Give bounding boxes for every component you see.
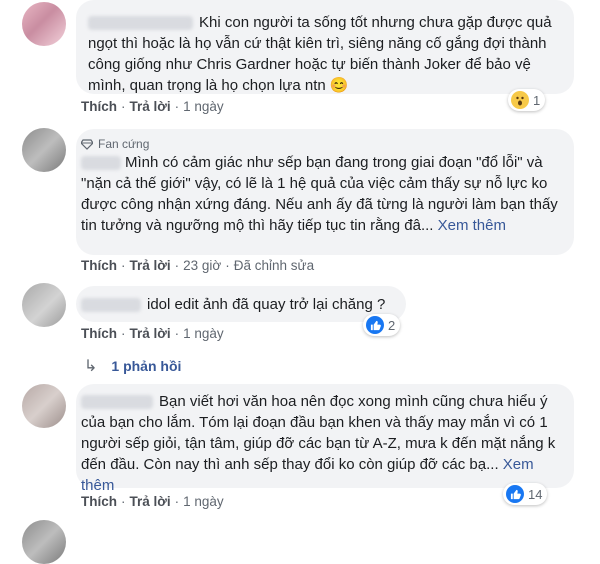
edited-label[interactable]: Đã chỉnh sửa	[234, 258, 314, 273]
comment-actions: Thích · Trả lời · 23 giờ · Đã chỉnh sửa	[81, 258, 315, 273]
wow-reaction-icon	[511, 91, 529, 109]
reaction-summary[interactable]: 2	[363, 314, 401, 336]
reply-link[interactable]: Trả lời	[130, 99, 171, 114]
avatar[interactable]	[22, 520, 66, 564]
avatar[interactable]	[22, 2, 66, 46]
timestamp[interactable]: 1 ngày	[183, 99, 224, 114]
replies-count[interactable]: 1 phản hồi	[111, 358, 181, 374]
comment-actions: Thích · Trả lời · 1 ngày	[81, 494, 224, 509]
comment-actions: Thích · Trả lời · 1 ngày	[81, 326, 224, 341]
comment-text: idol edit ảnh đã quay trở lại chăng ?	[81, 294, 411, 315]
comment-body: idol edit ảnh đã quay trở lại chăng ?	[147, 296, 386, 313]
reaction-summary[interactable]: 1	[508, 89, 546, 111]
like-reaction-icon	[506, 485, 524, 503]
like-link[interactable]: Thích	[81, 494, 117, 509]
reply-arrow-icon: ↳	[84, 358, 98, 375]
commenter-name[interactable]	[88, 16, 193, 31]
fan-badge[interactable]: Fan cứng	[81, 137, 149, 151]
like-link[interactable]: Thích	[81, 99, 117, 114]
avatar[interactable]	[22, 128, 66, 172]
see-more-link[interactable]: Xem thêm	[438, 217, 506, 234]
comment-text: Mình có cảm giác như sếp bạn đang trong …	[81, 152, 566, 236]
view-replies-link[interactable]: ↳ 1 phản hồi	[84, 356, 181, 376]
reaction-count: 1	[533, 92, 541, 108]
badge-label: Fan cứng	[98, 137, 150, 151]
timestamp[interactable]: 1 ngày	[183, 494, 224, 509]
timestamp[interactable]: 23 giờ	[183, 258, 221, 273]
reply-link[interactable]: Trả lời	[130, 326, 171, 341]
comment-actions: Thích · Trả lời · 1 ngày	[81, 99, 224, 114]
reply-link[interactable]: Trả lời	[130, 494, 171, 509]
diamond-icon	[81, 138, 93, 150]
comment-text: Bạn viết hơi văn hoa nên đọc xong mình c…	[81, 391, 563, 496]
like-link[interactable]: Thích	[81, 258, 117, 273]
commenter-name[interactable]	[81, 395, 153, 410]
reply-link[interactable]: Trả lời	[130, 258, 171, 273]
reaction-count: 2	[388, 317, 396, 333]
reaction-count: 14	[528, 486, 543, 502]
like-reaction-icon	[366, 316, 384, 334]
commenter-name[interactable]	[81, 298, 141, 313]
avatar[interactable]	[22, 384, 66, 428]
avatar[interactable]	[22, 283, 66, 327]
timestamp[interactable]: 1 ngày	[183, 326, 224, 341]
reaction-summary[interactable]: 14	[503, 483, 548, 505]
comment-text: Khi con người ta sống tốt nhưng chưa gặp…	[88, 12, 566, 96]
commenter-name[interactable]	[81, 156, 121, 171]
like-link[interactable]: Thích	[81, 326, 117, 341]
